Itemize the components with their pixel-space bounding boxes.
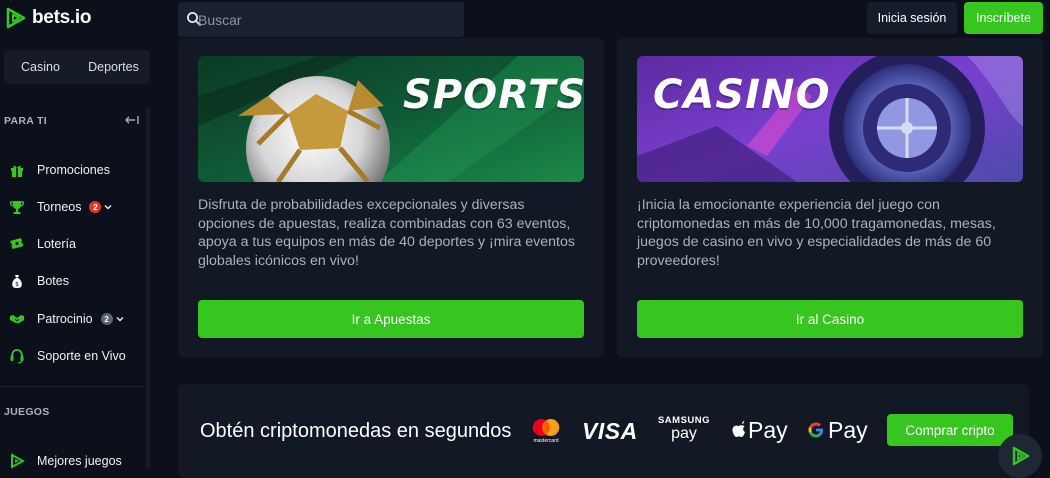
logo-icon — [6, 7, 26, 29]
casino-description: ¡Inicia la emocionante experiencia del j… — [637, 197, 996, 269]
ticket-icon — [8, 235, 26, 253]
logo-icon — [8, 452, 26, 470]
gift-icon — [8, 161, 26, 179]
app-root: bets.io Inicia sesión Inscríbete Casino … — [0, 0, 1050, 478]
sidebar-item-torneos[interactable]: Torneos 2 — [8, 194, 143, 220]
top-bar: bets.io Inicia sesión Inscríbete — [0, 0, 1050, 38]
count-badge: 2 — [89, 201, 102, 213]
floating-support-button[interactable] — [998, 434, 1042, 478]
sports-card: SPORTS Disfruta de probabilidades excepc… — [178, 38, 604, 358]
logo[interactable]: bets.io — [4, 6, 91, 30]
google-pay-label: Pay — [828, 416, 868, 443]
mastercard-icon — [532, 418, 560, 437]
mastercard-logo: mastercard — [529, 418, 563, 444]
logo-icon — [1012, 446, 1030, 466]
login-button[interactable]: Inicia sesión — [867, 2, 957, 34]
chevron-down-icon[interactable] — [104, 203, 113, 211]
collapse-sidebar-icon[interactable] — [124, 114, 142, 126]
tab-deportes[interactable]: Deportes — [77, 50, 150, 84]
sidebar-item-soporte[interactable]: Soporte en Vivo — [8, 343, 143, 369]
sports-description: Disfruta de probabilidades excepcionales… — [198, 197, 575, 269]
visa-logo: VISA — [582, 418, 638, 444]
google-pay-logo: Pay — [806, 416, 868, 444]
sports-banner[interactable]: SPORTS — [198, 56, 584, 182]
apple-pay-label: Pay — [748, 416, 788, 443]
sidebar-item-label: Mejores juegos — [37, 454, 122, 468]
sidebar-item-label: Torneos — [37, 200, 82, 214]
sidebar-tabs: Casino Deportes — [4, 50, 150, 84]
sidebar-divider — [0, 386, 145, 387]
sidebar-item-mejores-juegos[interactable]: Mejores juegos — [8, 448, 143, 474]
sidebar-item-promociones[interactable]: Promociones — [8, 157, 143, 183]
count-badge: 2 — [100, 313, 113, 325]
samsung-pay-logo: SAMSUNG pay — [656, 415, 712, 445]
sidebar-item-botes[interactable]: $ Botes — [8, 268, 143, 294]
search-input[interactable] — [198, 2, 458, 37]
register-button[interactable]: Inscríbete — [964, 2, 1043, 34]
buy-crypto-button[interactable]: Comprar cripto — [887, 414, 1013, 446]
sidebar-item-patrocinio[interactable]: Patrocinio 2 — [8, 306, 143, 332]
apple-pay-logo: Pay — [731, 416, 788, 444]
sidebar-item-label: Patrocinio — [37, 312, 93, 326]
sidebar-scrollbar[interactable] — [146, 108, 150, 468]
samsung-pay-label: pay — [671, 425, 697, 442]
trophy-icon — [8, 198, 26, 216]
crypto-title: Obtén criptomonedas en segundos — [200, 420, 512, 442]
sidebar: Casino Deportes PARA TI Promociones Torn… — [0, 38, 160, 478]
casino-banner-title: CASINO — [653, 72, 831, 118]
brand-name: bets.io — [32, 7, 92, 28]
sidebar-item-label: Lotería — [37, 237, 76, 251]
go-to-sports-button[interactable]: Ir a Apuestas — [198, 300, 584, 338]
headset-icon — [8, 347, 26, 365]
section-title-for-you: PARA TI — [4, 115, 47, 127]
sidebar-item-label: Promociones — [37, 163, 110, 177]
google-g-icon — [808, 422, 823, 438]
mastercard-label: mastercard — [533, 438, 559, 444]
handshake-icon — [8, 310, 26, 328]
section-title-games: JUEGOS — [4, 406, 50, 418]
sidebar-item-loteria[interactable]: Lotería — [8, 231, 143, 257]
tab-casino[interactable]: Casino — [4, 50, 77, 84]
casino-card: CASINO ¡Inicia la emocionante experienci… — [617, 38, 1043, 358]
go-to-casino-button[interactable]: Ir al Casino — [637, 300, 1023, 338]
buy-crypto-strip: Obtén criptomonedas en segundos masterca… — [178, 384, 1029, 478]
search-box[interactable] — [178, 2, 464, 37]
visa-label: VISA — [582, 417, 638, 444]
sidebar-item-label: Botes — [37, 274, 69, 288]
sidebar-item-label: Soporte en Vivo — [37, 349, 126, 363]
apple-icon — [732, 421, 745, 437]
money-bag-icon: $ — [8, 272, 26, 290]
svg-text:$: $ — [15, 281, 19, 288]
casino-banner[interactable]: CASINO — [637, 56, 1023, 182]
sports-banner-title: SPORTS — [403, 72, 584, 118]
chevron-down-icon[interactable] — [116, 315, 124, 323]
